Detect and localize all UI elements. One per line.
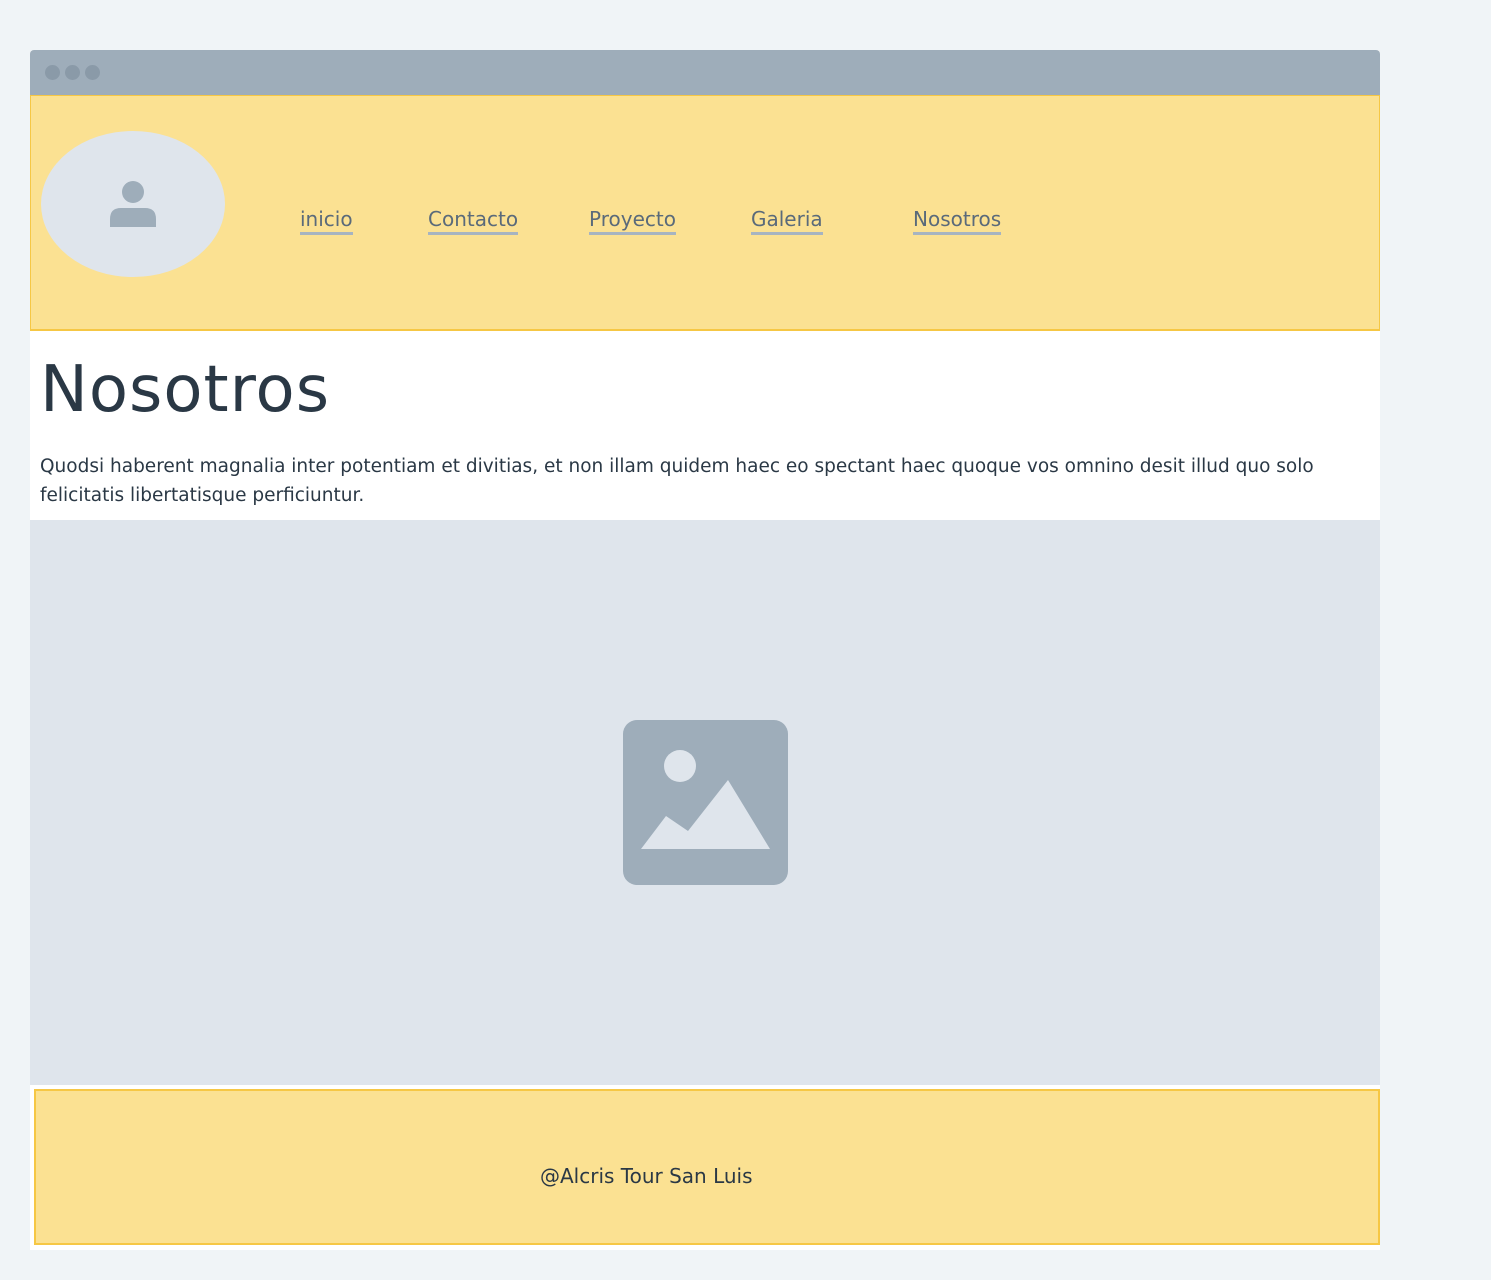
footer-copyright: @Alcris Tour San Luis <box>540 1164 753 1188</box>
window-control-dot[interactable] <box>45 65 60 80</box>
image-placeholder <box>30 520 1380 1085</box>
site-footer: @Alcris Tour San Luis <box>34 1089 1380 1245</box>
image-icon <box>623 720 788 885</box>
user-icon <box>110 181 156 227</box>
nav-link-galeria[interactable]: Galeria <box>751 206 823 235</box>
nav-link-proyecto[interactable]: Proyecto <box>589 206 676 235</box>
nav-link-inicio[interactable]: inicio <box>300 206 353 235</box>
browser-window: inicio Contacto Proyecto Galeria Nosotro… <box>30 50 1380 1250</box>
site-header: inicio Contacto Proyecto Galeria Nosotro… <box>30 95 1380 331</box>
window-control-dot[interactable] <box>85 65 100 80</box>
nav-link-contacto[interactable]: Contacto <box>428 206 519 235</box>
window-titlebar <box>30 50 1380 95</box>
page-title: Nosotros <box>40 353 331 427</box>
nav-link-nosotros[interactable]: Nosotros <box>913 206 1002 235</box>
page-description: Quodsi haberent magnalia inter potentiam… <box>40 456 1314 506</box>
avatar[interactable] <box>41 131 225 277</box>
window-control-dot[interactable] <box>65 65 80 80</box>
